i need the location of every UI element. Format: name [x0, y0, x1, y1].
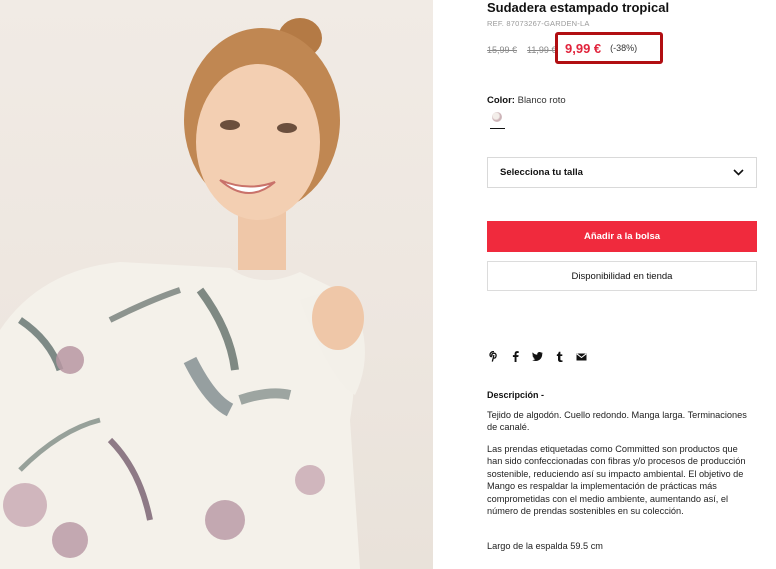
description-paragraph-3: Largo de la espalda 59.5 cm — [487, 541, 603, 551]
description-paragraph-2: Las prendas etiquetadas como Committed s… — [487, 444, 746, 517]
product-title: Sudadera estampado tropical — [487, 0, 670, 15]
product-reference: REF. 87073267-GARDEN-LA — [487, 19, 590, 28]
color-label: Color: — [487, 95, 515, 106]
product-info-panel: Sudadera estampado tropical REF. 8707326… — [487, 0, 759, 569]
current-price: 9,99 € — [565, 40, 602, 56]
current-price-highlight: 9,99 € (-38%) — [555, 32, 663, 64]
size-select[interactable]: Selecciona tu talla — [487, 157, 757, 188]
facebook-icon[interactable] — [510, 351, 521, 365]
discount-badge: (-38%) — [610, 43, 638, 53]
description-title: Descripción - — [487, 390, 545, 400]
pinterest-icon[interactable] — [488, 350, 499, 365]
tumblr-icon[interactable] — [554, 351, 565, 365]
add-to-bag-button[interactable]: Añadir a la bolsa — [487, 221, 757, 252]
girl-wearing-sweatshirt-image — [0, 18, 365, 569]
size-select-label: Selecciona tu talla — [500, 167, 583, 178]
email-icon[interactable] — [576, 352, 587, 364]
product-photo[interactable] — [0, 0, 433, 569]
color-value: Blanco roto — [517, 95, 566, 106]
share-icons — [488, 350, 587, 365]
store-availability-button[interactable]: Disponibilidad en tienda — [487, 261, 757, 291]
color-swatch-blanco-roto[interactable] — [492, 112, 502, 122]
twitter-icon[interactable] — [532, 352, 543, 364]
previous-price: 11,99 € — [527, 45, 557, 55]
original-price: 15,99 € — [487, 45, 518, 55]
selected-swatch-indicator — [490, 128, 505, 129]
chevron-down-icon — [733, 169, 744, 176]
color-row: Color: Blanco roto — [487, 95, 566, 106]
description-paragraph-1: Tejido de algodón. Cuello redondo. Manga… — [487, 410, 747, 433]
